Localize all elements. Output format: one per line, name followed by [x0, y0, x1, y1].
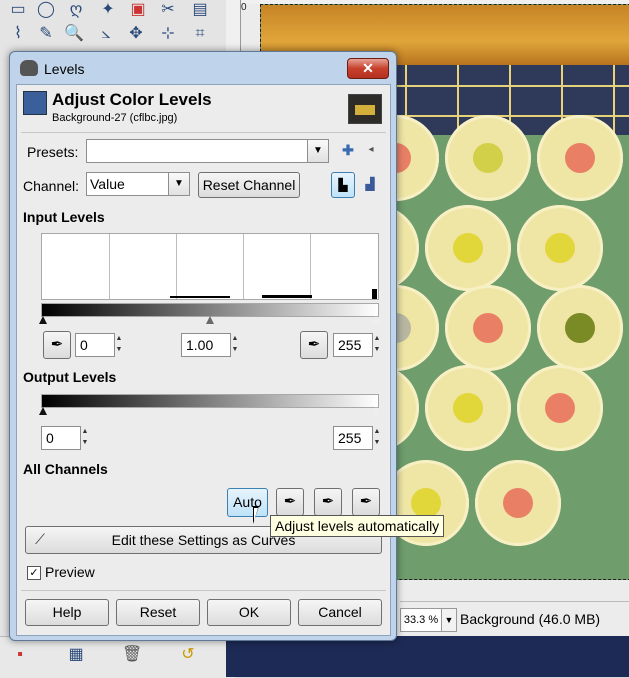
input-low-stepper[interactable]: ▲ ▼	[114, 333, 124, 355]
auto-tooltip: Adjust levels automatically	[270, 515, 445, 537]
gimp-logo-icon	[20, 60, 38, 76]
color-picker-icon[interactable]: ✎	[36, 24, 56, 44]
image-thumbnail	[348, 94, 382, 124]
chevron-down-icon[interactable]: ▼	[307, 140, 328, 162]
channel-value: Value	[90, 176, 125, 192]
channel-combo[interactable]: Value ▼	[86, 172, 190, 196]
channel-label: Channel:	[23, 178, 80, 194]
linear-histogram-icon[interactable]: ▙	[331, 172, 355, 198]
dialog-header-subtitle: Background-27 (cflbc.jpg)	[52, 112, 178, 124]
levels-histogram-icon	[23, 91, 47, 115]
ok-button[interactable]: OK	[207, 599, 291, 626]
cancel-button[interactable]: Cancel	[298, 599, 382, 626]
scissors-icon[interactable]: ✂	[158, 0, 178, 20]
input-gamma-value: 1.00	[186, 337, 214, 353]
log-histogram-icon[interactable]: ▟	[359, 173, 381, 195]
dialog-header-title: Adjust Color Levels	[52, 90, 212, 109]
mouse-cursor-icon	[253, 506, 259, 524]
edit-as-curves-label: Edit these Settings as Curves	[111, 532, 296, 548]
zoom-dropdown-icon[interactable]: ▼	[441, 608, 457, 632]
input-gamma-stepper[interactable]: ▲ ▼	[230, 333, 240, 355]
ellipse-select-icon[interactable]: ◯	[36, 0, 56, 20]
preview-checkbox[interactable]: ✓	[27, 566, 41, 580]
close-button[interactable]: ✕	[347, 58, 389, 79]
reset-icon[interactable]: ↺	[178, 645, 198, 665]
input-gamma-slider[interactable]	[206, 316, 214, 324]
output-low-field[interactable]: 0	[41, 426, 81, 450]
menu-icon[interactable]: ◂	[360, 139, 382, 161]
color-select-icon[interactable]: ▣	[128, 0, 148, 20]
restore-icon[interactable]: ▦	[66, 645, 86, 665]
black-point-picker-icon[interactable]: ✒	[43, 331, 71, 359]
output-white-slider[interactable]	[372, 407, 380, 415]
input-low-field[interactable]: 0	[75, 333, 115, 357]
dialog-titlebar[interactable]: Levels ✕	[10, 52, 396, 84]
rect-select-icon[interactable]: ▭	[8, 0, 28, 20]
foreground-select-icon[interactable]: ▤	[190, 0, 210, 20]
paths-icon[interactable]: ⌇	[8, 24, 28, 44]
fuzzy-select-icon[interactable]: ✦	[98, 0, 118, 20]
footer-separator	[21, 590, 386, 591]
zoom-icon[interactable]: 🔍	[64, 24, 84, 44]
delete-icon[interactable]: 🗑	[122, 645, 142, 665]
input-gradient-bar	[41, 303, 379, 317]
header-separator	[21, 132, 386, 133]
presets-label: Presets:	[27, 144, 79, 160]
ruler-zero-label: 0	[241, 2, 247, 13]
output-low-value: 0	[46, 430, 54, 446]
input-low-value: 0	[80, 337, 88, 353]
input-black-slider[interactable]	[39, 316, 47, 324]
toolbox-row: ⌇ ✎ 🔍 ⦣ ✥ ⊹ ⌗	[0, 24, 235, 52]
curves-icon: ⟋	[35, 531, 45, 547]
presets-combo[interactable]: ▼	[86, 139, 329, 163]
reset-channel-button[interactable]: Reset Channel	[198, 172, 300, 198]
input-high-stepper[interactable]: ▲ ▼	[372, 333, 382, 355]
toolbox-bottom-bar: ▪ ▦ 🗑 ↺	[0, 636, 235, 678]
histogram-view	[41, 233, 379, 300]
desktop-background	[226, 636, 629, 677]
input-high-field[interactable]: 255	[333, 333, 373, 357]
help-button[interactable]: Help	[25, 599, 109, 626]
lasso-icon[interactable]: ღ	[66, 0, 86, 20]
dialog-client-area: Adjust Color Levels Background-27 (cflbc…	[16, 84, 391, 636]
chevron-down-icon[interactable]: ▼	[168, 173, 189, 195]
image-status-bar: 33.3 % ▼ Background (46.0 MB)	[400, 601, 629, 636]
preview-label: Preview	[45, 564, 95, 580]
move-icon[interactable]: ✥	[126, 24, 146, 44]
plus-icon[interactable]: ✚	[337, 139, 359, 161]
white-point-picker-icon[interactable]: ✒	[300, 331, 328, 359]
input-levels-heading: Input Levels	[23, 209, 105, 225]
input-gamma-field[interactable]: 1.00	[181, 333, 231, 357]
align-icon[interactable]: ⊹	[158, 24, 178, 44]
output-high-field[interactable]: 255	[333, 426, 373, 450]
input-white-slider[interactable]	[372, 316, 380, 324]
output-levels-heading: Output Levels	[23, 369, 117, 385]
dialog-window-title: Levels	[44, 61, 85, 77]
reset-button[interactable]: Reset	[116, 599, 200, 626]
pick-black-point-icon[interactable]: ✒	[276, 488, 304, 516]
levels-dialog: Levels ✕ Adjust Color Levels Background-…	[9, 51, 397, 641]
layer-info-text: Background (46.0 MB)	[460, 611, 601, 627]
input-high-value: 255	[338, 337, 362, 353]
measure-icon[interactable]: ⦣	[96, 24, 116, 44]
pick-gray-point-icon[interactable]: ✒	[314, 488, 342, 516]
output-high-stepper[interactable]: ▲ ▼	[372, 426, 382, 448]
output-black-slider[interactable]	[39, 407, 47, 415]
zoom-level-field[interactable]: 33.3 %	[400, 608, 442, 632]
output-low-stepper[interactable]: ▲ ▼	[80, 426, 90, 448]
save-icon[interactable]: ▪	[10, 645, 30, 665]
crop-icon[interactable]: ⌗	[190, 24, 210, 44]
output-gradient-bar	[41, 394, 379, 408]
all-channels-heading: All Channels	[23, 461, 108, 477]
output-high-value: 255	[338, 430, 362, 446]
pick-white-point-icon[interactable]: ✒	[352, 488, 380, 516]
auto-button[interactable]: Auto	[227, 488, 268, 517]
